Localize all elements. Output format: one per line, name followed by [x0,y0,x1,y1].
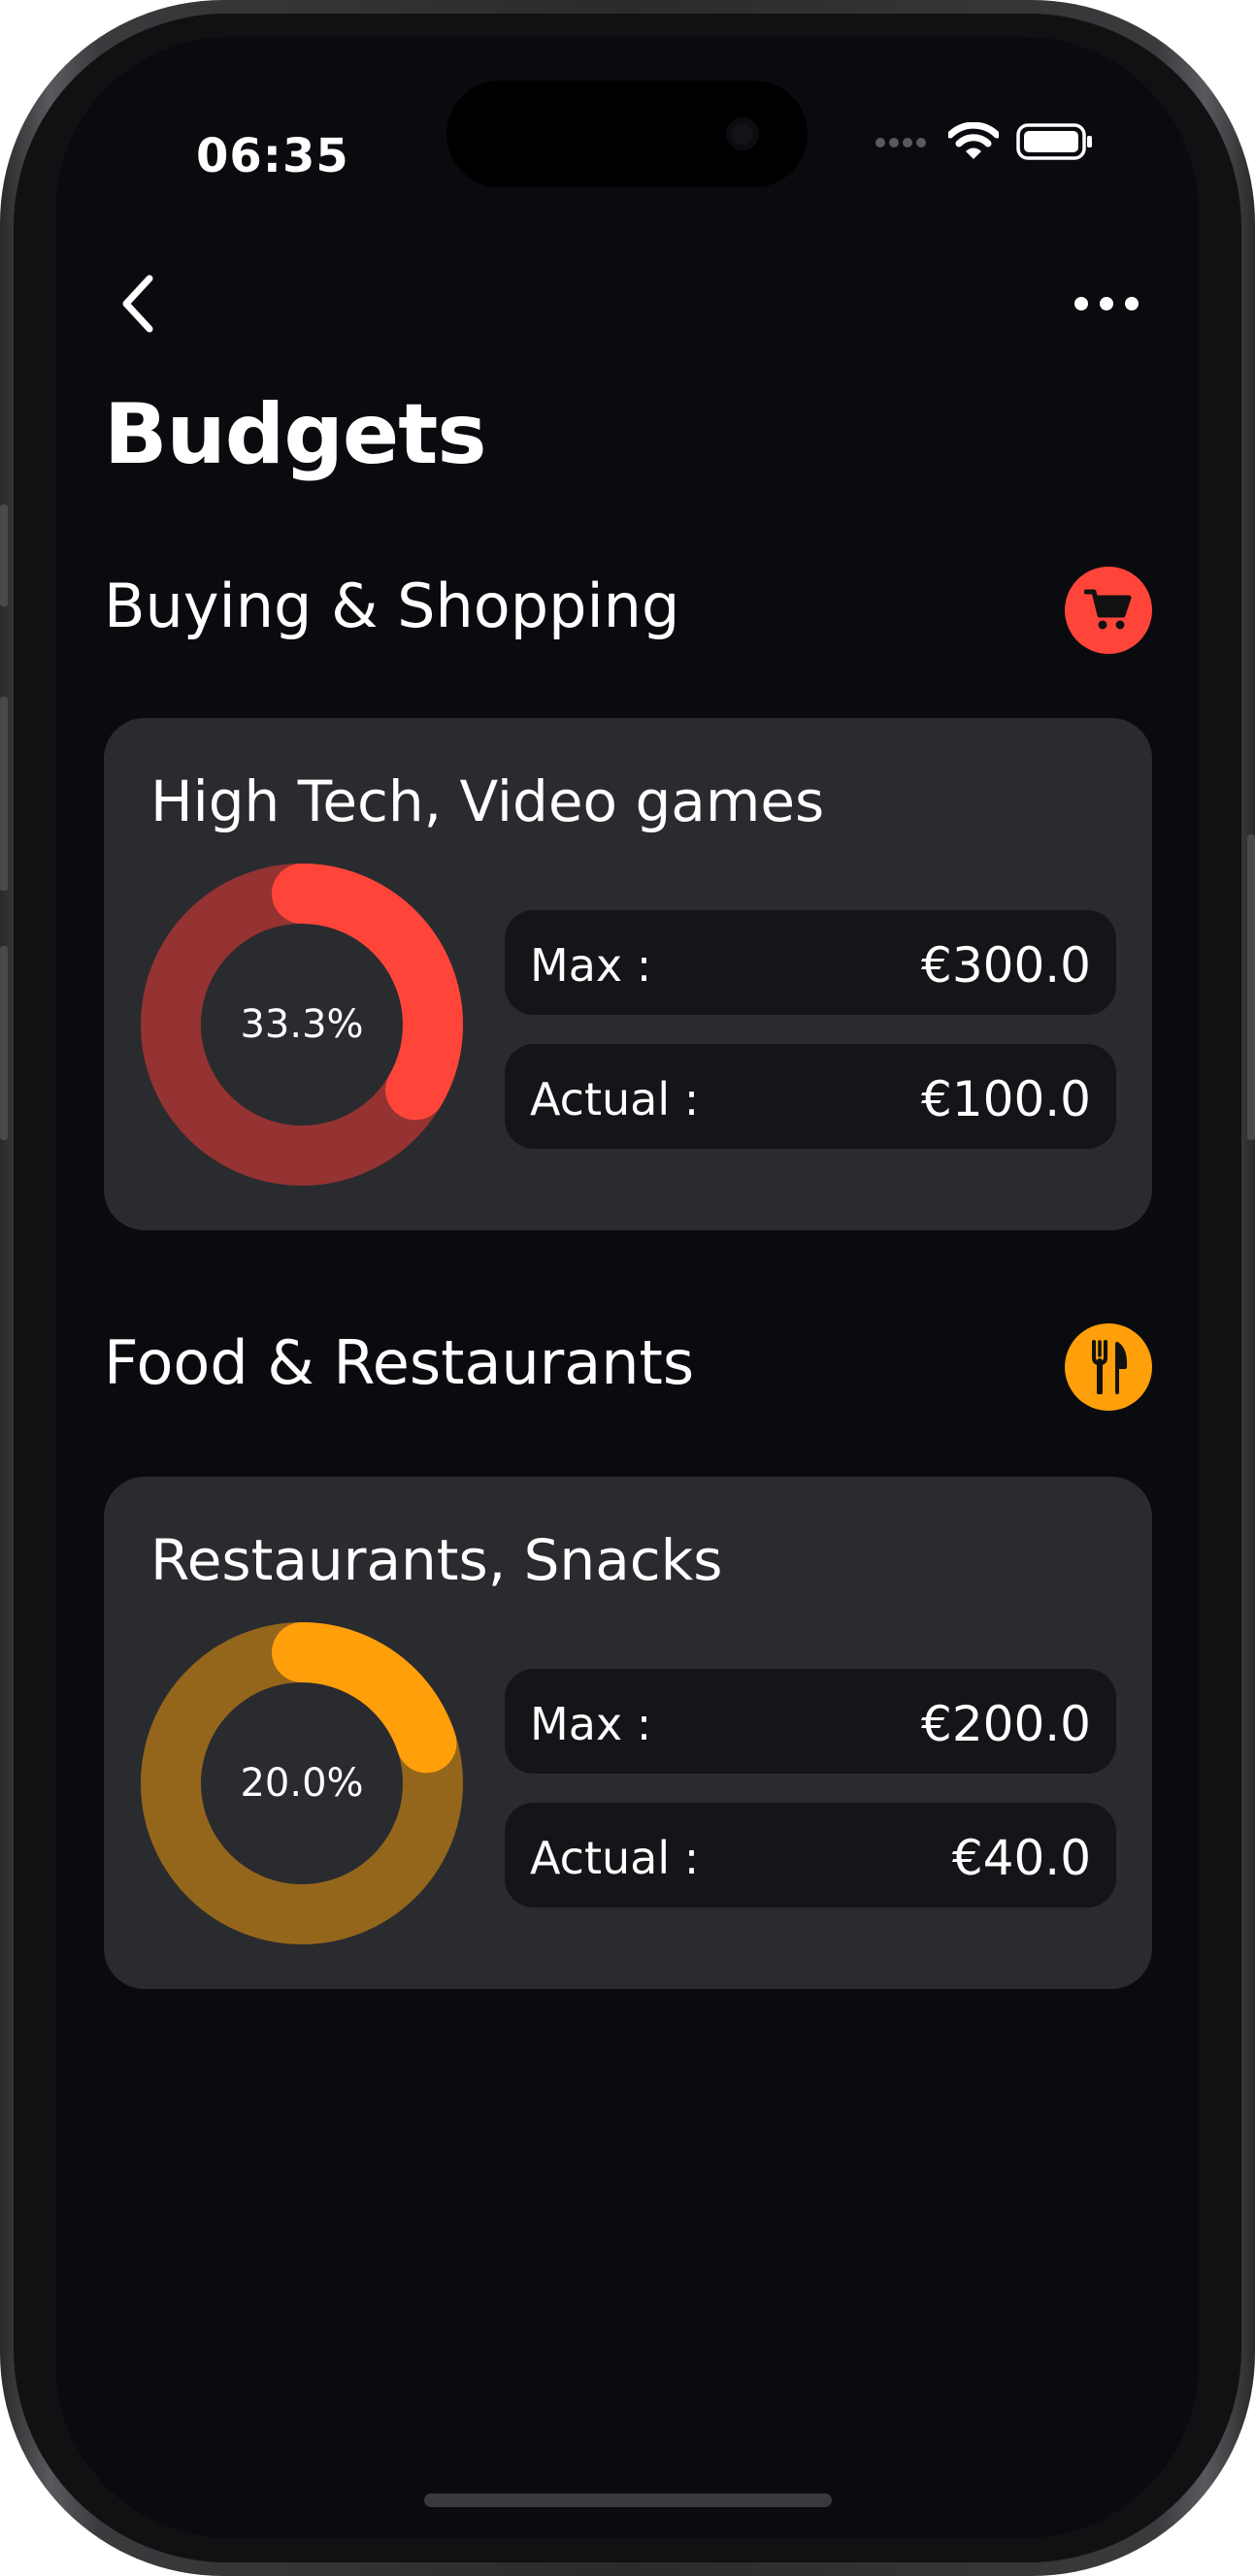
actual-value: €100.0 [921,1071,1091,1127]
back-button[interactable] [104,265,172,342]
percent-label: 20.0% [240,1761,364,1806]
volume-up-button [0,697,8,891]
status-indicators [875,122,1094,161]
category-badge [1065,1323,1152,1411]
max-label: Max : [530,939,652,992]
budget-card-title: Restaurants, Snacks [150,1527,723,1593]
power-button [1247,834,1255,1140]
section-title: Food & Restaurants [104,1327,695,1398]
max-value: €200.0 [921,1696,1091,1752]
home-indicator[interactable] [424,2494,832,2507]
section-title: Buying & Shopping [104,571,680,641]
action-button [0,505,8,606]
volume-down-button [0,946,8,1140]
phone-frame: 06:35 Budgets Buying & Shopping High Tec… [0,0,1255,2576]
budget-progress-ring: 33.3% [141,864,463,1186]
budget-section-food: Food & Restaurants Restaurants, Snacks 2… [104,1318,1152,1989]
actual-value: €40.0 [951,1830,1091,1886]
camera-icon [726,117,759,150]
cellular-signal-icon [875,138,926,147]
actual-amount-row: Actual : €40.0 [505,1803,1116,1908]
section-header: Food & Restaurants [104,1318,1152,1415]
percent-label: 33.3% [240,1002,364,1047]
app-screen: 06:35 Budgets Buying & Shopping High Tec… [55,37,1199,2538]
actual-label: Actual : [530,1832,700,1884]
actual-label: Actual : [530,1073,700,1125]
budget-card-title: High Tech, Video games [150,768,825,834]
status-time: 06:35 [196,129,349,183]
category-badge [1065,567,1152,654]
max-amount-row: Max : €300.0 [505,910,1116,1015]
ellipsis-icon [1074,297,1139,310]
chevron-left-icon [122,275,153,333]
page-title: Budgets [104,386,487,483]
shopping-cart-icon [1084,589,1132,630]
budget-progress-ring: 20.0% [141,1622,463,1944]
battery-icon [1016,123,1092,160]
budget-card[interactable]: Restaurants, Snacks 20.0% Max : €200.0 A… [104,1477,1152,1989]
max-value: €300.0 [921,937,1091,994]
fork-knife-icon [1092,1340,1128,1394]
section-header: Buying & Shopping [104,561,1152,658]
max-amount-row: Max : €200.0 [505,1669,1116,1774]
max-label: Max : [530,1698,652,1750]
wifi-icon [948,122,999,159]
budget-section-shopping: Buying & Shopping High Tech, Video games [104,561,1152,1230]
more-options-button[interactable] [1068,275,1145,333]
budget-card[interactable]: High Tech, Video games 33.3% Max : €300.… [104,718,1152,1230]
dynamic-island [446,81,808,187]
actual-amount-row: Actual : €100.0 [505,1044,1116,1149]
